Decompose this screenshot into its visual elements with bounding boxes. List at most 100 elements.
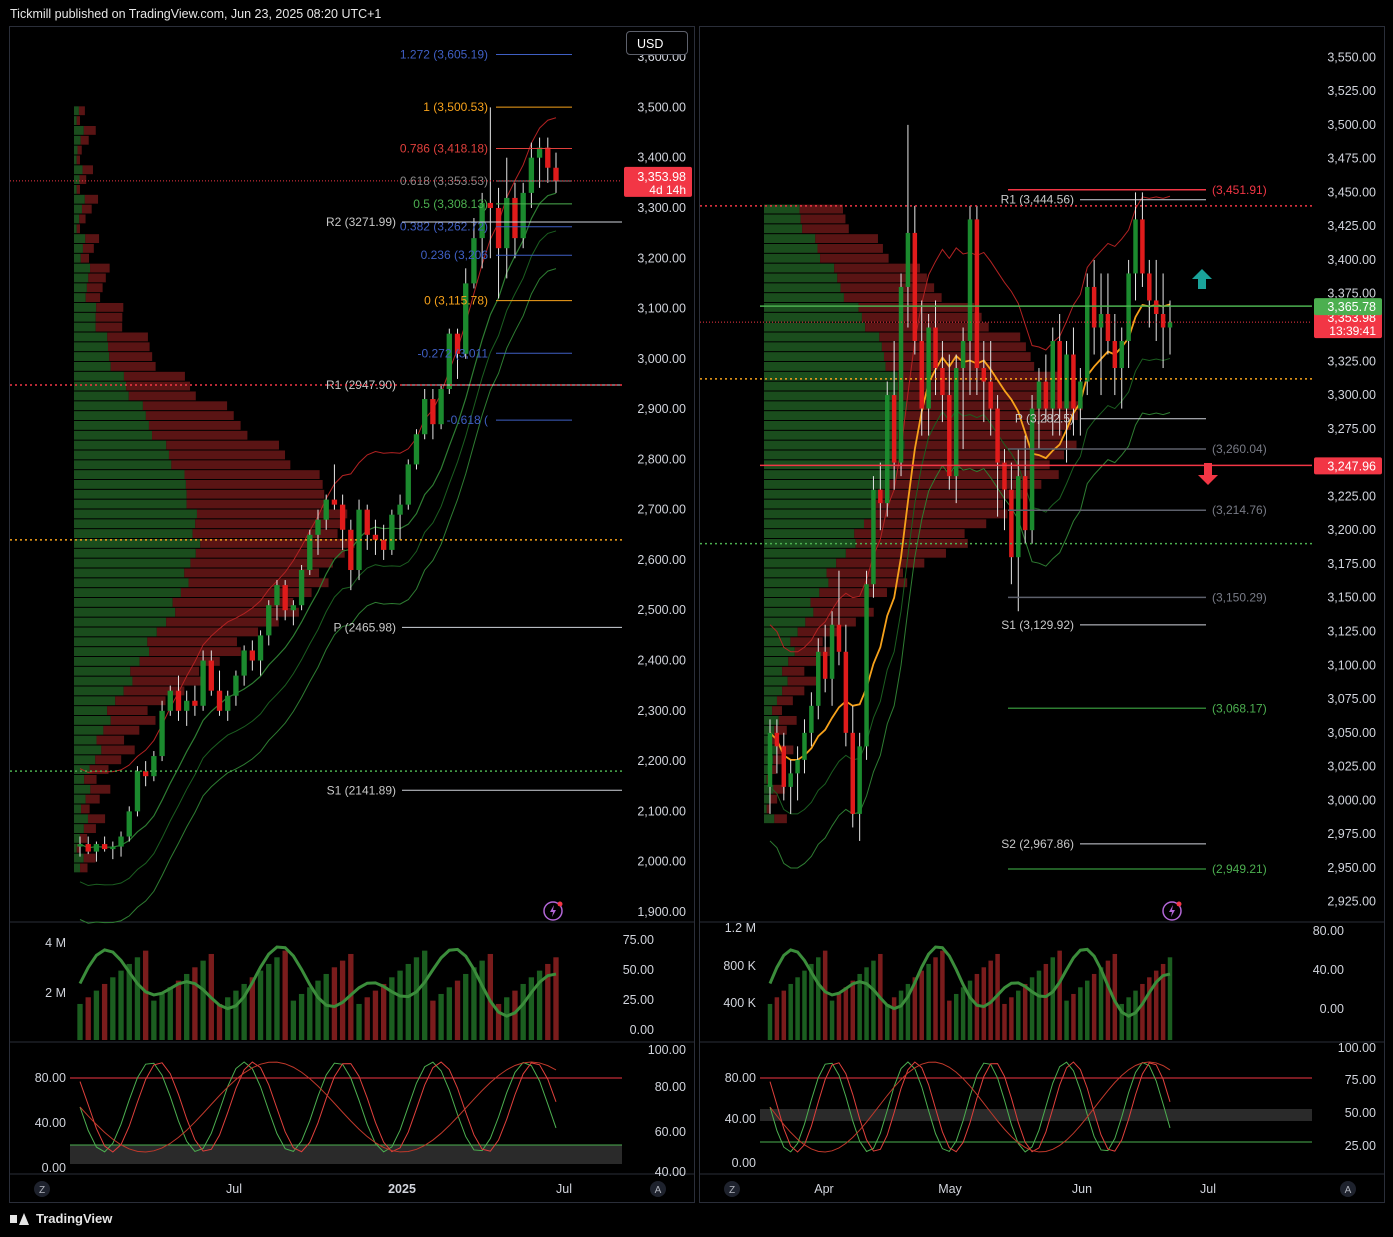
candle-body (274, 585, 280, 606)
current-price-label: 3,353.98 (637, 170, 686, 184)
volume-profile-bar (74, 558, 191, 568)
volume-profile-bar (764, 598, 811, 607)
left-chart-pane[interactable]: 1.272 (3,605.19) 1 (3,500.53) 0.786 (3,418… (9, 26, 695, 1203)
time-tick-label: Jun (1072, 1182, 1092, 1196)
volume-profile-bar (826, 568, 903, 578)
volume-profile-bar (74, 598, 173, 607)
volume-profile-bar (74, 666, 131, 676)
price-tick-label: 2,950.00 (1327, 861, 1376, 875)
pivot-label: P (3,282.5) (1015, 412, 1074, 426)
volume-bar (1098, 967, 1104, 1040)
fib-level-label: 0.786 (3,418.18) (400, 142, 488, 156)
price-tick-label: 2,975.00 (1327, 827, 1376, 841)
candle-body (430, 399, 436, 425)
volume-profile-bar (147, 637, 237, 647)
candle-body (974, 219, 980, 369)
rsi-tick-label: 0.00 (630, 1023, 654, 1037)
price-tick-label: 3,500.00 (1327, 118, 1376, 132)
candle-body (1064, 354, 1069, 409)
volume-bar (356, 1003, 362, 1040)
volume-profile-bar (84, 194, 99, 204)
volume-profile-bar (74, 224, 77, 234)
candle-body (1091, 286, 1097, 328)
volume-profile-bar (764, 234, 816, 243)
rsi-tick-label: 80.00 (1313, 924, 1344, 938)
candle-body (1057, 341, 1062, 409)
volume-bar (159, 993, 165, 1040)
volume-profile-bar (764, 253, 821, 263)
stoch-d-line (79, 1061, 557, 1153)
price-tick-label: 3,300.00 (1327, 388, 1376, 402)
currency-button[interactable]: USD (626, 31, 688, 55)
volume-profile-bar (74, 548, 196, 558)
volume-profile-bar (186, 499, 325, 509)
lightning-icon (550, 905, 556, 917)
stoch-zone (760, 1109, 1312, 1121)
volume-profile-bar (788, 657, 818, 666)
volume-bar (1057, 950, 1062, 1040)
time-tick-label: Jul (1200, 1182, 1216, 1196)
right-chart-pane[interactable]: (3,451.91) (3,260.04) (3,214.76) (3,150.29)… (699, 26, 1385, 1203)
volume-bar (1071, 993, 1076, 1040)
volume-bar (947, 1000, 952, 1040)
right-chart-svg[interactable]: (3,451.91) (3,260.04) (3,214.76) (3,150.29)… (700, 27, 1384, 1202)
candle-body (885, 395, 890, 504)
candle-body (905, 232, 911, 287)
price-tick-label: 2,900.00 (637, 402, 686, 416)
volume-profile-bar (764, 676, 788, 686)
volume-profile-bar (110, 716, 156, 725)
volume-profile-bar (74, 322, 96, 332)
volume-profile-bar (90, 784, 111, 794)
volume-profile-bar (871, 499, 1003, 509)
volume-bar (315, 980, 321, 1040)
candle-body (829, 624, 835, 679)
candle-body (495, 207, 502, 249)
volume-bar (282, 950, 288, 1040)
stoch-k-line (769, 1061, 1171, 1153)
volume-profile-bar (128, 391, 196, 401)
left-chart-svg[interactable]: 1.272 (3,605.19) 1 (3,500.53) 0.786 (3,418… (10, 27, 694, 1202)
level-label: (3,260.04) (1212, 442, 1267, 456)
price-tick-label: 3,425.00 (1327, 219, 1376, 233)
stoch-zone (70, 1145, 622, 1164)
volume-profile-bar (76, 116, 80, 125)
volume-profile-bar (764, 244, 818, 253)
volume-bar (257, 970, 264, 1040)
candle-body (545, 147, 551, 168)
price-tick-label: 3,025.00 (1327, 760, 1376, 774)
price-tick-label: 2,200.00 (637, 754, 686, 768)
volume-profile-bar (74, 204, 82, 214)
volume-profile-bar (85, 794, 100, 804)
volume-profile-bar (139, 657, 220, 666)
candle-body (857, 746, 862, 814)
candle-body (192, 700, 198, 706)
candle-body (1133, 219, 1138, 274)
candle-body (397, 504, 403, 515)
price-tick-label: 3,225.00 (1327, 489, 1376, 503)
volume-bar (331, 967, 338, 1040)
volume-bar (93, 990, 100, 1040)
volume-profile-bar (764, 440, 905, 450)
volume-profile-bar (74, 263, 91, 273)
volume-profile-bar (764, 637, 791, 647)
rsi-tick-label: 50.00 (623, 963, 654, 977)
volume-profile-bar (764, 421, 903, 430)
candle-body (1002, 462, 1007, 490)
candle-body (1050, 341, 1055, 409)
volume-bar (1009, 997, 1014, 1040)
notification-dot (1176, 901, 1182, 907)
volume-profile-bar (74, 696, 116, 706)
volume-bar (216, 1003, 223, 1040)
volume-tick-label: 400 K (723, 996, 756, 1010)
volume-profile-bar (74, 489, 187, 499)
volume-profile-bar (764, 666, 783, 676)
price-tick-label: 3,500.00 (637, 100, 686, 114)
volume-profile-bar (89, 765, 109, 774)
volume-profile-bar (74, 529, 193, 538)
candle-body (767, 732, 773, 787)
rsi-tick-label: 75.00 (623, 933, 654, 947)
volume-profile-bar (74, 175, 80, 184)
volume-profile-bar (74, 371, 124, 381)
candle-body (774, 732, 780, 747)
stoch-k-line (79, 1061, 557, 1153)
